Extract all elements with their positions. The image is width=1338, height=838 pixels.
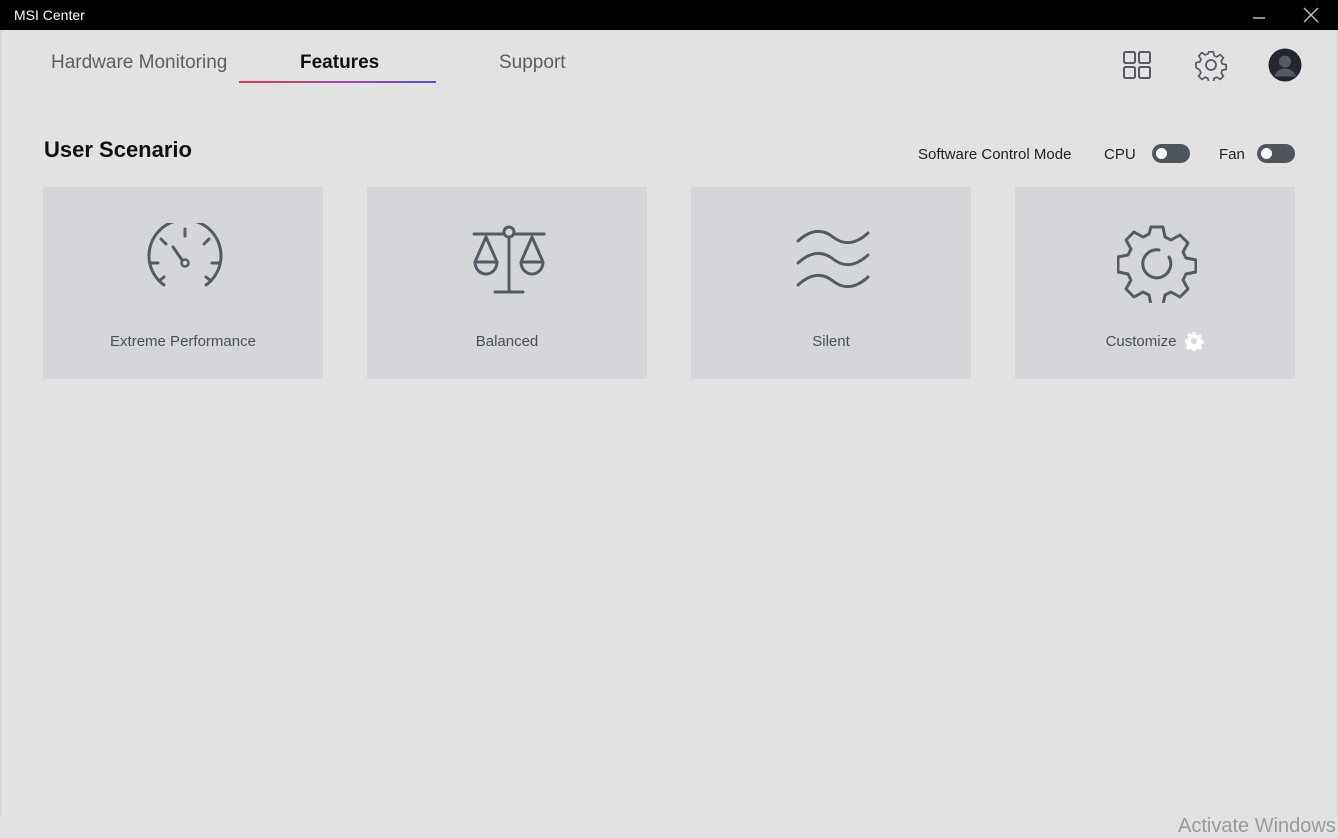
cpu-label: CPU xyxy=(1104,146,1136,163)
tab-support[interactable]: Support xyxy=(499,52,566,74)
fan-label: Fan xyxy=(1219,146,1245,163)
scenario-card-customize[interactable]: Customize xyxy=(1015,187,1295,379)
scenario-card-balanced[interactable]: Balanced xyxy=(367,187,647,379)
gear-icon xyxy=(1195,51,1227,81)
scenario-card-extreme-performance[interactable]: Extreme Performance xyxy=(43,187,323,379)
window-title: MSI Center xyxy=(14,7,85,23)
speedometer-icon xyxy=(147,223,223,287)
user-avatar-icon xyxy=(1268,48,1302,82)
toggle-knob xyxy=(1156,148,1167,159)
scenario-label: Customize xyxy=(1105,332,1177,350)
customize-label-wrap: Customize xyxy=(1015,331,1295,351)
main-content: Hardware Monitoring Features Support Use… xyxy=(0,30,1338,837)
gear-icon xyxy=(1117,225,1197,303)
tab-hardware-monitoring[interactable]: Hardware Monitoring xyxy=(51,52,227,74)
section-title: User Scenario xyxy=(44,137,192,162)
apps-grid-icon xyxy=(1123,51,1151,79)
title-bar: MSI Center xyxy=(0,0,1338,30)
scenario-label: Balanced xyxy=(475,333,539,350)
minimize-button[interactable] xyxy=(1236,0,1282,30)
cpu-toggle[interactable] xyxy=(1152,144,1190,163)
scenario-label: Silent xyxy=(812,333,850,350)
toggle-knob xyxy=(1261,148,1272,159)
scenario-label: Extreme Performance xyxy=(110,333,256,350)
waves-icon xyxy=(796,230,870,288)
close-button[interactable] xyxy=(1288,0,1334,30)
settings-button[interactable] xyxy=(1194,48,1228,82)
apps-grid-button[interactable] xyxy=(1120,48,1154,82)
customize-settings-icon[interactable] xyxy=(1184,331,1205,351)
fan-toggle[interactable] xyxy=(1257,144,1295,163)
close-icon xyxy=(1303,7,1319,23)
activate-windows-watermark: Activate Windows xyxy=(1178,815,1336,837)
scenario-card-silent[interactable]: Silent xyxy=(691,187,971,379)
tab-features[interactable]: Features xyxy=(300,52,379,74)
active-tab-indicator xyxy=(239,81,436,83)
minimize-icon xyxy=(1253,17,1265,19)
software-control-mode-label: Software Control Mode xyxy=(918,146,1072,163)
scale-icon xyxy=(472,225,546,294)
user-avatar-button[interactable] xyxy=(1268,48,1302,82)
